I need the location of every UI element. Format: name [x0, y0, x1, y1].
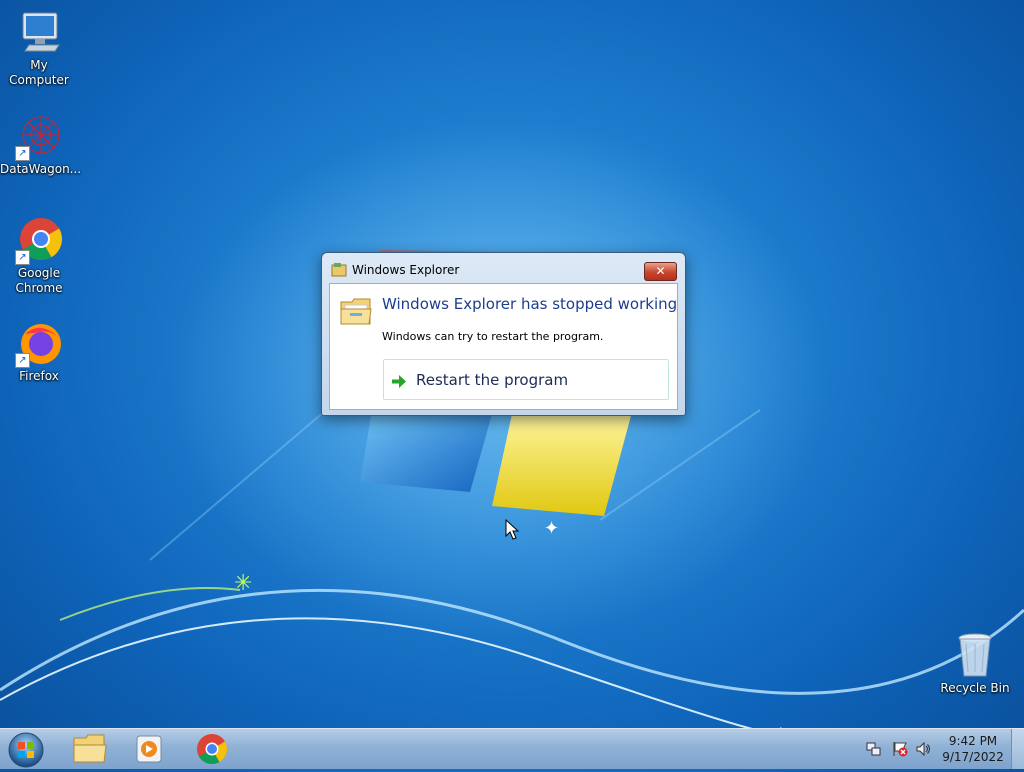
taskbar-chrome-button[interactable] [186, 732, 238, 766]
green-arrow-icon [392, 373, 406, 388]
datawagon-icon: ↗ [15, 113, 63, 161]
recycle-bin-icon [951, 632, 999, 680]
dialog-heading: Windows Explorer has stopped working [382, 295, 678, 313]
shortcut-arrow-icon: ↗ [15, 250, 30, 265]
volume-icon[interactable] [915, 741, 931, 757]
clock-date[interactable]: 9/17/2022 [936, 750, 1010, 764]
desktop-icon-my-computer[interactable]: My Computer [0, 9, 78, 88]
media-player-icon [136, 735, 162, 763]
desktop-icon-datawagon[interactable]: ↗ DataWagon... [0, 113, 82, 177]
error-dialog: Windows Explorer ✕ Windows Explorer has … [321, 252, 686, 416]
action-center-icon[interactable] [892, 741, 908, 757]
dialog-title-bar[interactable]: Windows Explorer ✕ [330, 258, 677, 281]
windows-start-icon [8, 732, 44, 768]
restart-program-label: Restart the program [416, 371, 569, 389]
svg-text:✳: ✳ [234, 571, 252, 596]
desktop-icon-firefox[interactable]: ↗ Firefox [0, 320, 78, 384]
start-button[interactable] [6, 731, 46, 768]
desktop-icon-label: DataWagon... [0, 162, 82, 176]
clock-time[interactable]: 9:42 PM [936, 734, 1010, 748]
show-desktop-button[interactable] [1011, 729, 1024, 769]
folder-icon [340, 296, 372, 326]
dialog-body: Windows Explorer has stopped working Win… [329, 283, 678, 410]
network-icon[interactable] [866, 741, 882, 757]
taskbar-media-player-button[interactable] [124, 732, 176, 766]
dialog-message: Windows can try to restart the program. [382, 330, 604, 343]
firefox-icon: ↗ [15, 320, 63, 368]
chrome-icon [197, 734, 228, 765]
restart-program-button[interactable]: Restart the program [383, 359, 669, 400]
chrome-icon: ↗ [15, 217, 63, 265]
dialog-title: Windows Explorer [352, 263, 460, 277]
desktop-icon-label: Google Chrome [15, 266, 63, 295]
mouse-cursor-icon [505, 519, 519, 540]
desktop-icon-label: Firefox [19, 369, 59, 383]
explorer-folder-icon [73, 734, 107, 763]
shortcut-arrow-icon: ↗ [15, 146, 30, 161]
desktop-icon-label: My Computer [9, 58, 69, 87]
svg-text:✦: ✦ [544, 518, 559, 539]
desktop-icon-recycle-bin[interactable]: Recycle Bin [936, 632, 1014, 696]
computer-icon [15, 9, 63, 57]
system-tray [860, 729, 940, 769]
desktop-icon-label: Recycle Bin [940, 681, 1010, 695]
shortcut-arrow-icon: ↗ [15, 353, 30, 368]
desktop-icon-google-chrome[interactable]: ↗ Google Chrome [0, 217, 78, 296]
close-button[interactable]: ✕ [644, 262, 677, 281]
taskbar-explorer-button[interactable] [64, 732, 116, 766]
explorer-app-icon [331, 262, 347, 277]
taskbar: 9:42 PM 9/17/2022 [0, 728, 1024, 769]
